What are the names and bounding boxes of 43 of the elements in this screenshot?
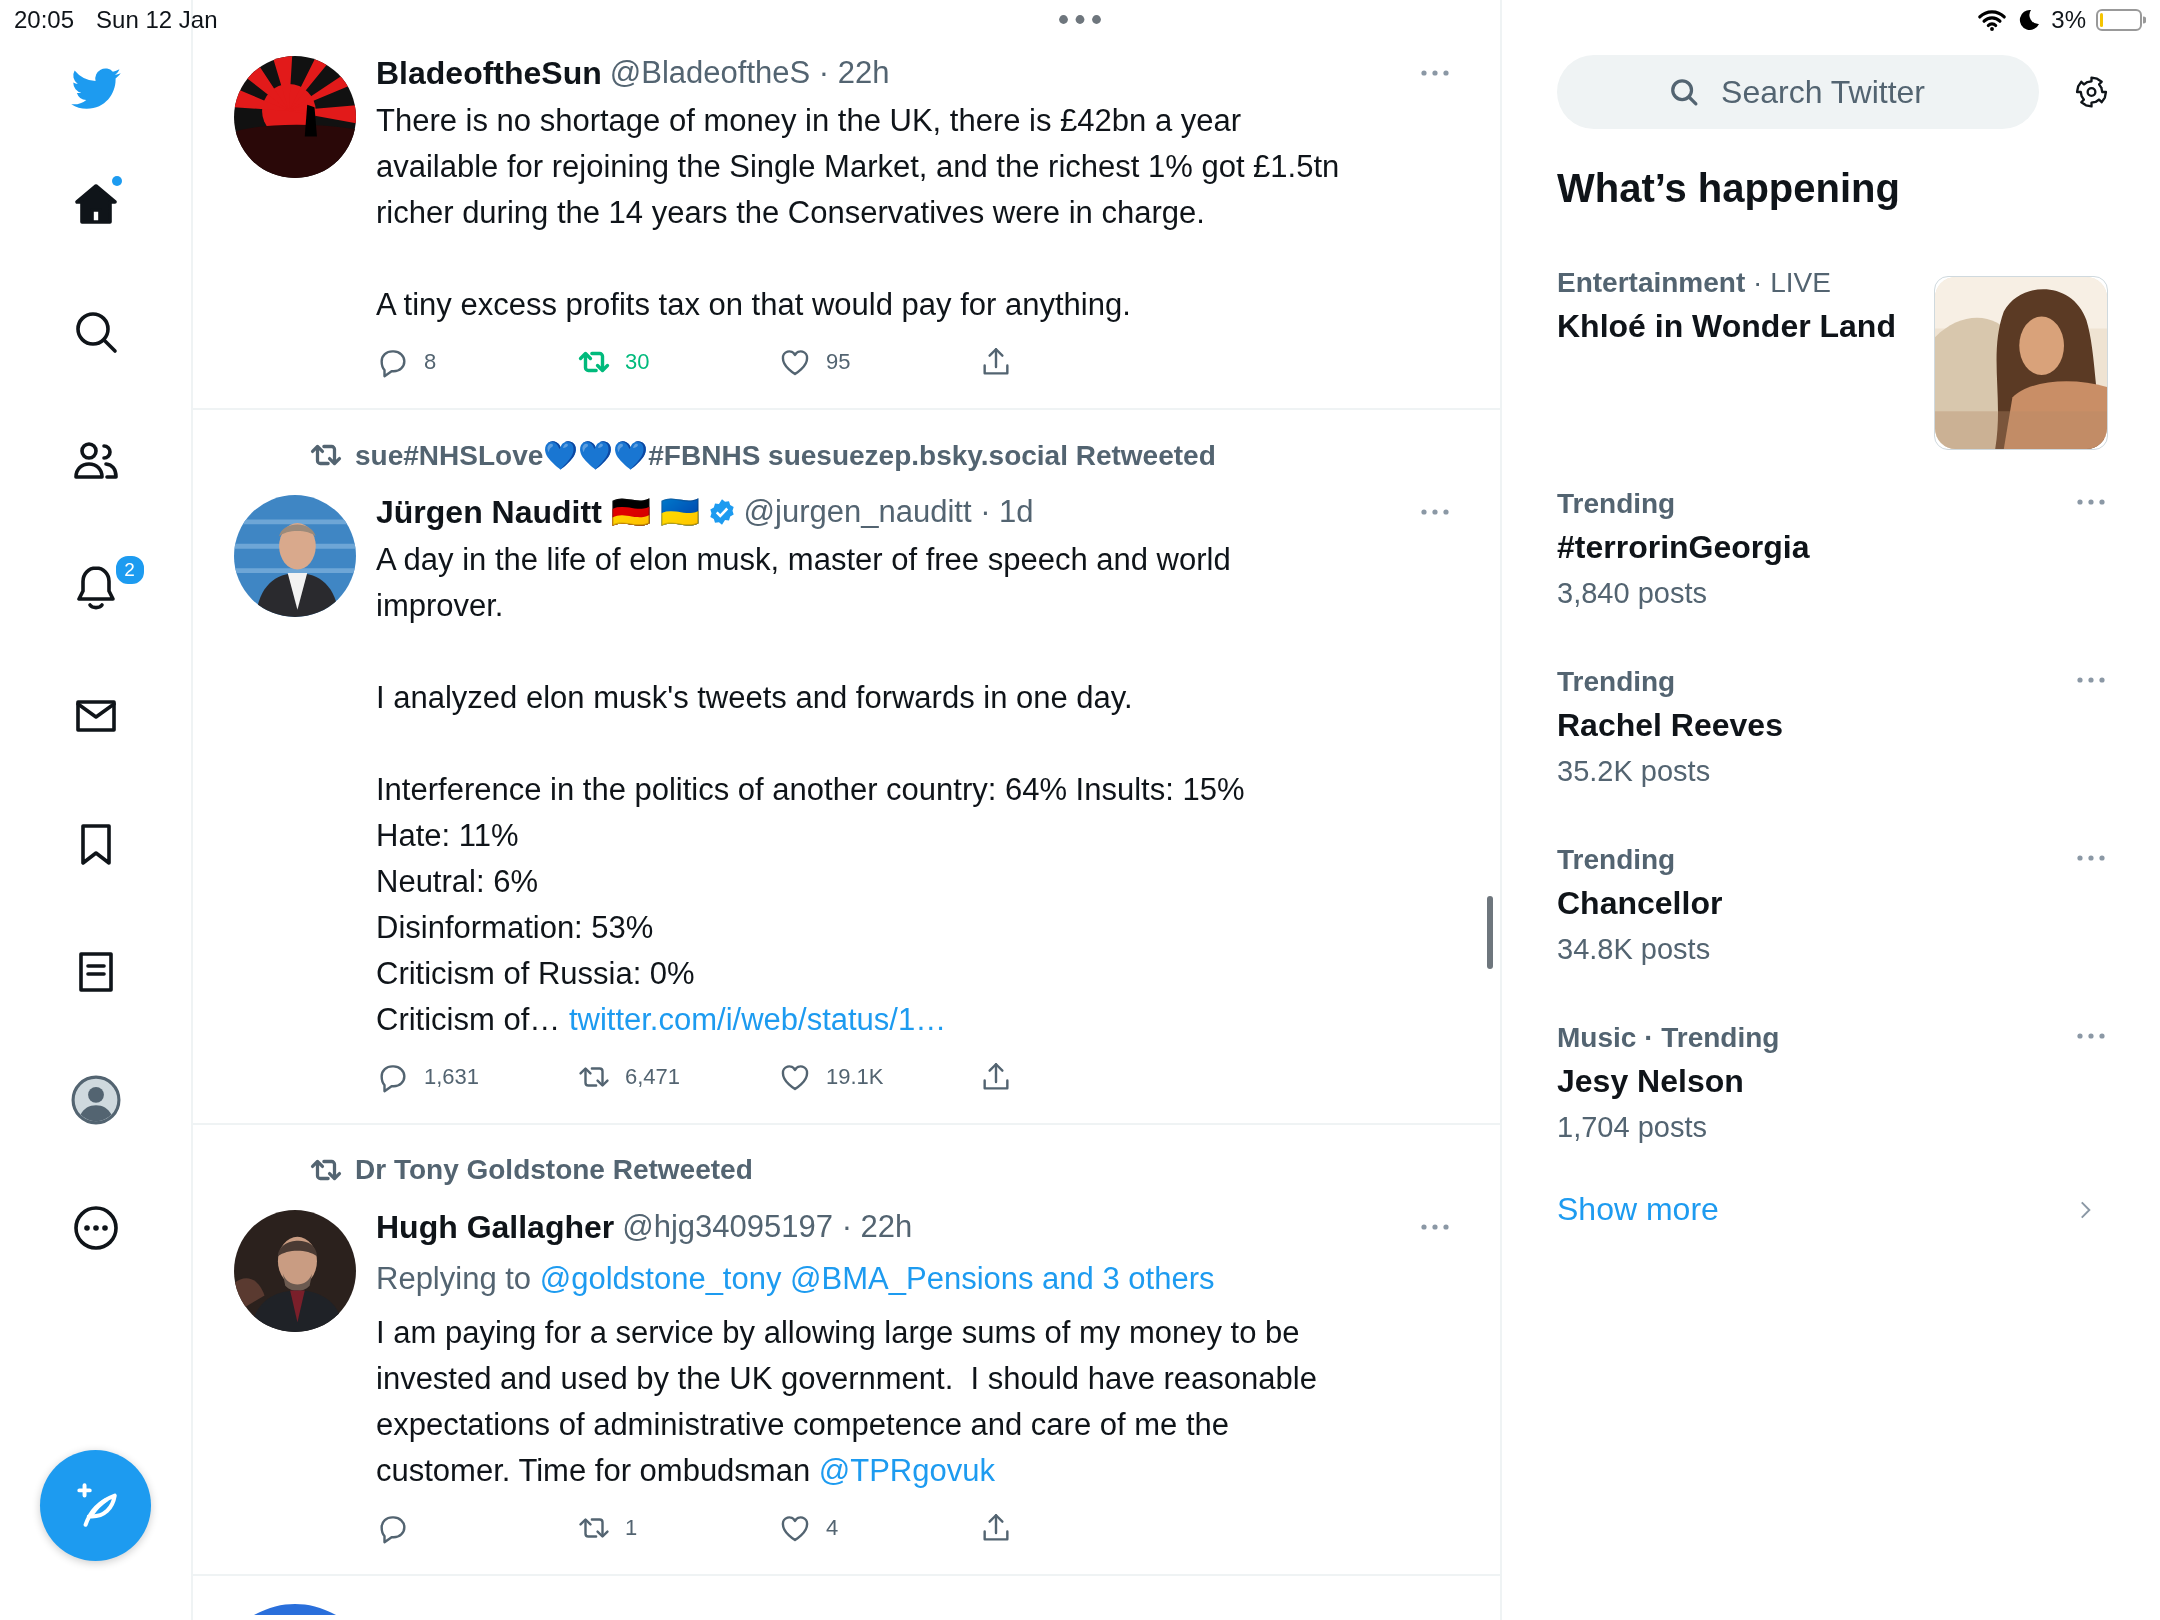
section-heading: What’s happening (1557, 165, 1901, 212)
search-field[interactable]: Search Twitter (1557, 55, 2039, 129)
trend-category: Music · Trending (1557, 1021, 1780, 1055)
author-name[interactable]: Jürgen Nauditt 🇩🇪 🇺🇦 (376, 493, 700, 531)
trend-category: Trending (1557, 665, 1677, 699)
author-name[interactable]: BladeoftheSun (376, 54, 602, 92)
trend-category: Trending (1557, 843, 1677, 877)
replying-to: Replying to @goldstone_tony @BMA_Pensions and 3 others (376, 1260, 1216, 1298)
tweet-text: I analyzed elon musk's tweets and forwards in one day. (376, 679, 1134, 717)
tweet-text: I am paying for a service by allowing large sums of my money to be invested and used by the UK government. I should have reasonable expectations of administrative competence and care of me the customer. Time for ombudsman @TPRgovuk (376, 1314, 1318, 1490)
trend-title[interactable]: #terrorinGeorgia (1557, 524, 1810, 570)
retweeted-by[interactable]: Dr Tony Goldstone Retweeted (355, 1154, 753, 1186)
action-count: 19.1K (826, 1064, 884, 1090)
tweet-text: A day in the life of elon musk, master of free speech and world improver. (376, 541, 1232, 625)
handle-and-time: @jurgen_nauditt · 1d (743, 494, 1034, 530)
trend-title[interactable]: Jesy Nelson (1557, 1058, 1780, 1104)
post-count: 1,704 posts (1557, 1110, 1708, 1145)
retweeted-by[interactable]: sue#NHSLove💙💙💙#FBNHS suesuezep.bsky.social Retweeted (355, 438, 1216, 472)
post-count: 3,840 posts (1557, 576, 1708, 611)
action-count: 4 (826, 1515, 839, 1541)
status-date: Sun 12 Jan (96, 6, 218, 34)
tweet-text: Interference in the politics of another country: 64% Insults: 15% Hate: 11% Neutral: 6% Disinformation: 53% Criticism of Russia: 0% Criticism of… twitter.com/i/web/status/1… (376, 771, 1246, 1039)
action-count: 1 (625, 1515, 638, 1541)
trend-category: Trending (1557, 487, 1677, 521)
status-time: 20:05 (14, 6, 75, 34)
post-count: 34.8K posts (1557, 932, 1712, 967)
trend-title[interactable]: Rachel Reeves (1557, 702, 1783, 748)
tweet-text: There is no shortage of money in the UK, there is £42bn a year available for rejoining the Single Market, and the richest 1% got £1.5tn richer during the 14 years the Conservatives were in charge. (376, 102, 1341, 232)
trend-title[interactable]: Khloé in Wonder Land (1557, 303, 1896, 349)
action-count: 6,471 (625, 1064, 681, 1090)
action-count: 1,631 (424, 1064, 480, 1090)
author-name[interactable]: Hugh Gallagher (376, 1208, 615, 1246)
action-count: 30 (625, 349, 650, 375)
handle-and-time: @hjg34095197 · 22h (622, 1209, 913, 1245)
action-count: 8 (424, 349, 437, 375)
trend-category: Entertainment · LIVE (1557, 266, 1832, 300)
handle-and-time: @BladeoftheS · 22h (609, 55, 890, 91)
trend-title[interactable]: Chancellor (1557, 880, 1723, 926)
tweet-text: A tiny excess profits tax on that would pay for anything. (376, 286, 1132, 324)
post-count: 35.2K posts (1557, 754, 1712, 789)
action-count: 95 (826, 349, 851, 375)
battery-percent: 3% (2051, 6, 2086, 34)
notification-badge: 2 (113, 554, 146, 586)
